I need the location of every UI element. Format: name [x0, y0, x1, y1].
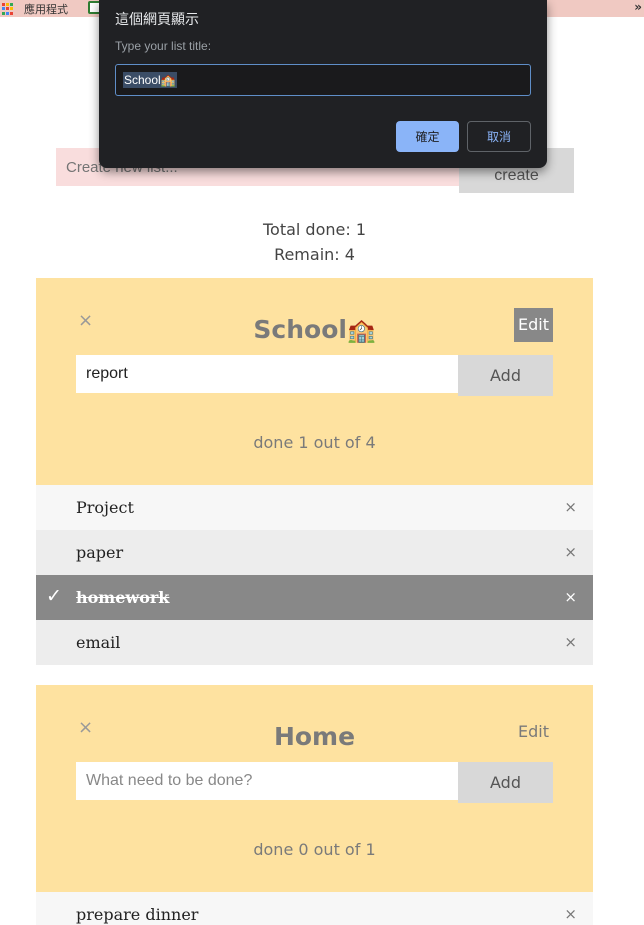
list-card-header: × Home Edit Add done 0 out of 1 [36, 685, 593, 892]
remove-item-icon[interactable]: × [564, 498, 577, 516]
todo-item[interactable]: paper × [36, 530, 593, 575]
list-title: School🏫 [36, 315, 593, 344]
todo-item-done[interactable]: ✓ homework × [36, 575, 593, 620]
dialog-title-input[interactable]: School🏫 [115, 64, 531, 96]
more-bookmarks-icon[interactable]: » [634, 0, 642, 14]
checkmark-icon: ✓ [46, 585, 62, 607]
todo-item[interactable]: Project × [36, 485, 593, 530]
ok-button[interactable]: 確定 [396, 121, 459, 152]
prompt-dialog: 這個網頁顯示 Type your list title: School🏫 確定 … [99, 0, 547, 168]
dialog-title: 這個網頁顯示 [115, 12, 199, 28]
remove-item-icon[interactable]: × [564, 633, 577, 651]
remove-item-icon[interactable]: × [564, 905, 577, 923]
apps-bookmark-label[interactable]: 應用程式 [24, 1, 68, 17]
dialog-input-text: School [124, 73, 161, 87]
apps-grid-icon[interactable] [2, 3, 14, 15]
todo-label: email [76, 633, 121, 652]
todo-label: Project [76, 498, 134, 517]
list-progress: done 1 out of 4 [253, 433, 376, 452]
dialog-message: Type your list title: [115, 39, 212, 53]
new-item-input[interactable] [76, 355, 458, 393]
todo-item[interactable]: email × [36, 620, 593, 665]
add-item-button[interactable]: Add [458, 355, 553, 396]
edit-list-button[interactable]: Edit [514, 715, 553, 749]
selected-text: School🏫 [123, 72, 177, 88]
new-item-input[interactable] [76, 762, 458, 800]
cancel-button[interactable]: 取消 [467, 121, 531, 152]
todo-item[interactable]: prepare dinner × [36, 892, 593, 925]
list-title-text: School [253, 315, 347, 344]
remove-item-icon[interactable]: × [564, 543, 577, 561]
todo-label: homework [76, 588, 170, 607]
school-icon: 🏫 [346, 318, 376, 344]
add-item-button[interactable]: Add [458, 762, 553, 803]
remain-text: Remain: 4 [274, 245, 355, 264]
list-title-text: Home [273, 722, 356, 751]
school-icon: 🏫 [160, 73, 176, 87]
todo-label: prepare dinner [76, 905, 199, 924]
total-done-text: Total done: 1 [262, 220, 367, 239]
remove-item-icon[interactable]: × [564, 588, 577, 606]
list-progress: done 0 out of 1 [253, 840, 376, 859]
list-card-header: × School🏫 Edit Add done 1 out of 4 [36, 278, 593, 485]
list-title: Home [36, 722, 593, 751]
todo-label: paper [76, 543, 124, 562]
edit-list-button[interactable]: Edit [514, 308, 553, 342]
